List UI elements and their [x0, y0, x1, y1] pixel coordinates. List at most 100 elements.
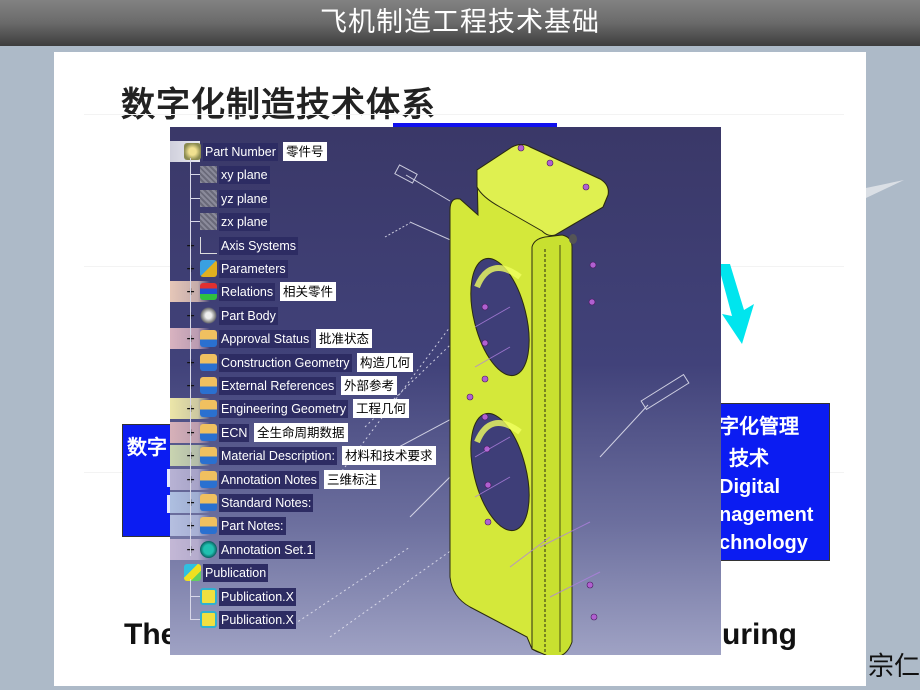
tree-node[interactable]: +Annotation Set.1 [170, 538, 470, 561]
tree-node[interactable]: +Axis Systems [170, 234, 470, 257]
tree-node-label[interactable]: ECN [219, 423, 250, 442]
plane-icon [200, 189, 217, 207]
annotation-tag [640, 373, 690, 411]
chinese-annotation-label: 全生命周期数据 [254, 422, 348, 442]
tree-node[interactable]: +Engineering Geometry工程几何 [170, 397, 470, 420]
geometric-set-icon [200, 470, 217, 488]
chinese-annotation-label: 材料和技术要求 [342, 446, 436, 466]
fastener-point [589, 261, 597, 269]
fastener-point [588, 298, 596, 306]
geometric-set-icon [200, 494, 217, 511]
tree-connector [190, 221, 200, 223]
tree-node-label[interactable]: Annotation Set.1 [219, 540, 316, 559]
tree-connector [190, 158, 191, 556]
background-strip [866, 640, 920, 644]
tree-node[interactable]: +Part Body [170, 304, 470, 327]
tree-node[interactable]: +Part Notes: [170, 514, 470, 537]
geometric-set-icon [200, 517, 217, 535]
vertical-rib [531, 234, 573, 655]
tree-node-label[interactable]: Parameters [219, 260, 288, 278]
plane-icon [200, 166, 217, 184]
tree-node[interactable]: Publication [170, 561, 470, 584]
tree-node[interactable]: +Material Description:材料和技术要求 [170, 444, 470, 467]
annotation-set-icon [200, 540, 217, 558]
part-body-icon [200, 306, 217, 324]
fastener-point [590, 613, 598, 621]
tree-node[interactable]: +External References外部参考 [170, 374, 470, 397]
publication-item-icon [200, 587, 217, 605]
tree-node[interactable]: +Approval Status批准状态 [170, 327, 470, 350]
tree-node[interactable]: +Parameters [170, 257, 470, 280]
tree-connector [190, 619, 200, 620]
relations-icon [200, 283, 217, 301]
tree-node[interactable]: +Annotation Notes三维标注 [170, 468, 470, 491]
tree-node-label[interactable]: Publication.X [219, 587, 296, 606]
tree-node[interactable]: zx plane [170, 210, 470, 233]
geometric-set-icon [200, 353, 217, 371]
chinese-annotation-label: 三维标注 [324, 469, 381, 489]
geometric-set-icon [200, 377, 217, 394]
fastener-point [481, 339, 489, 347]
tree-node-label[interactable]: Part Notes: [219, 517, 286, 536]
tree-node[interactable]: +Construction Geometry构造几何 [170, 351, 470, 374]
tree-node-label[interactable]: Approval Status [219, 330, 312, 349]
tree-connector [190, 197, 200, 199]
right-box-line: nagement [720, 504, 814, 526]
tree-node[interactable]: Part Number 零件号 [170, 140, 470, 163]
fastener-point [481, 413, 489, 421]
right-box-line: 技术 [729, 446, 769, 470]
tree-node-label[interactable]: External References [219, 377, 337, 395]
tree-node-label[interactable]: Engineering Geometry [219, 400, 349, 419]
digital-management-box: 字化管理 技术 Digital nagement chnology [720, 403, 830, 561]
fastener-point [481, 375, 489, 383]
tree-node-label[interactable]: Part Body [219, 306, 278, 325]
tree-node[interactable]: Publication.X [170, 608, 470, 631]
fastener-point [582, 183, 590, 191]
tree-node-label[interactable]: Publication.X [219, 611, 296, 629]
fastener-point [481, 303, 489, 311]
tree-node-label[interactable]: Annotation Notes [219, 470, 319, 489]
slide-heading: 数字化制造技术体系 [121, 85, 436, 125]
bolt-hole [569, 234, 577, 244]
tree-node[interactable]: yz plane [170, 187, 470, 210]
tree-node[interactable]: xy plane [170, 163, 470, 186]
tree-node-label[interactable]: Axis Systems [219, 236, 299, 255]
tree-node[interactable]: +Relations相关零件 [170, 280, 470, 303]
tree-node[interactable]: +ECN全生命周期数据 [170, 421, 470, 444]
tree-node-label[interactable]: xy plane [219, 166, 270, 185]
tree-node-label[interactable]: Part Number [203, 143, 278, 161]
tree-node-label[interactable]: zx plane [219, 213, 270, 232]
tree-node-label[interactable]: yz plane [219, 189, 270, 208]
geometric-set-icon [200, 423, 217, 441]
publication-item-icon [200, 611, 217, 628]
arrow-down-icon [718, 264, 754, 344]
chinese-annotation-label: 工程几何 [353, 399, 410, 419]
tree-connector [190, 174, 200, 176]
author-name: 宗仁 [867, 652, 920, 682]
tree-node-label[interactable]: Publication [203, 564, 269, 583]
tree-node-label[interactable]: Standard Notes: [219, 494, 314, 512]
tree-node[interactable]: +Standard Notes: [170, 491, 470, 514]
tree-connector [190, 595, 200, 597]
left-box-text: 数字 [127, 435, 167, 459]
axis-systems-icon [200, 236, 217, 254]
bottom-caption-right: uring [722, 618, 797, 651]
fastener-point [484, 518, 492, 526]
right-box-line: 字化管理 [720, 414, 799, 438]
chinese-annotation-label: 批准状态 [316, 329, 373, 349]
tree-node-label[interactable]: Material Description: [219, 447, 337, 466]
fastener-point [484, 481, 492, 489]
chinese-annotation-label: 外部参考 [341, 376, 398, 395]
tree-node[interactable]: Publication.X [170, 585, 470, 608]
part-number-icon [184, 143, 201, 160]
cad-screenshot: Part Number 零件号 xy plane yz plane zx plane +A… [170, 127, 721, 655]
chinese-annotation-label: 构造几何 [357, 352, 414, 372]
tree-node-label[interactable]: Relations [219, 283, 276, 302]
fastener-point [546, 159, 554, 167]
plane-icon [200, 213, 217, 231]
fastener-point [517, 144, 525, 152]
geometric-set-icon [200, 330, 217, 348]
tree-node-label[interactable]: Construction Geometry [219, 353, 352, 372]
divider [84, 114, 844, 115]
right-box-line: Digital [720, 476, 781, 498]
